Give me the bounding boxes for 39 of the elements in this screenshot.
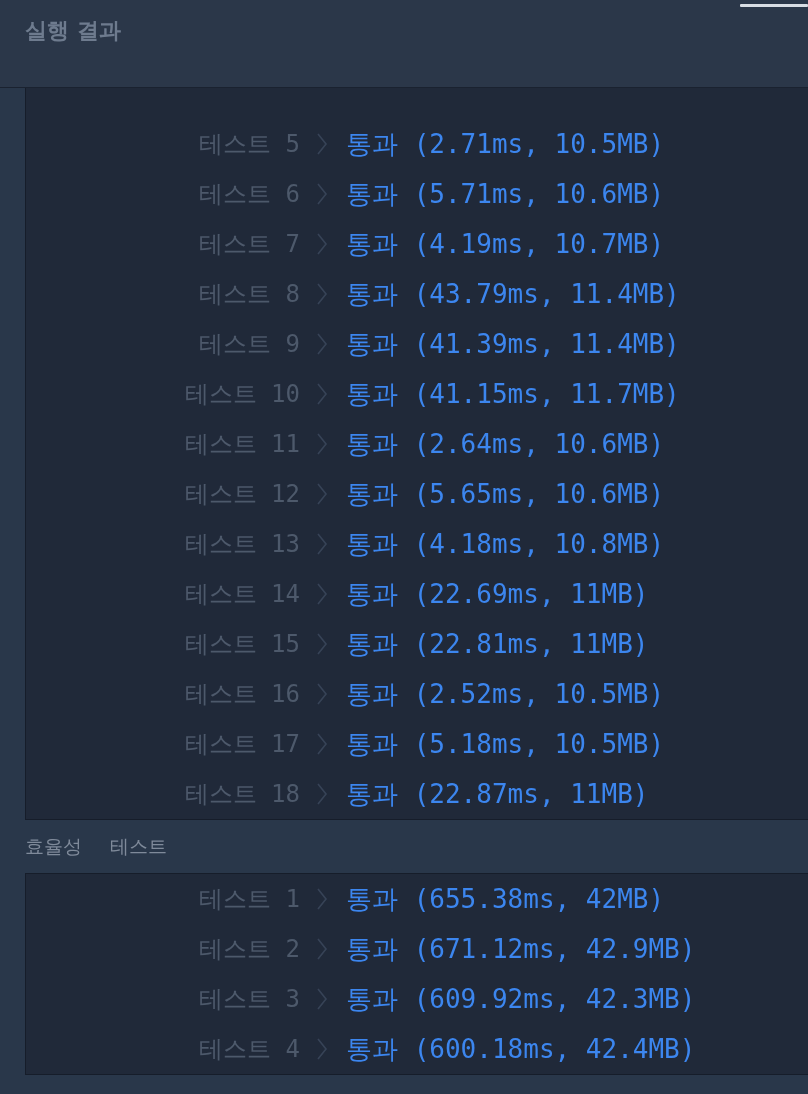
test-result: 통과 (41.15ms, 11.7MB)	[346, 377, 680, 411]
test-result: 통과 (600.18ms, 42.4MB)	[346, 1032, 696, 1066]
panel-title: 실행 결과	[24, 17, 121, 45]
chevron-icon	[316, 682, 328, 706]
test-result: 통과 (4.18ms, 10.8MB)	[346, 527, 665, 561]
chevron-icon	[316, 887, 328, 911]
chevron-icon	[316, 282, 328, 306]
chevron-icon	[316, 482, 328, 506]
test-result: 통과 (2.52ms, 10.5MB)	[346, 677, 665, 711]
chevron-icon	[316, 582, 328, 606]
test-result: 통과 (5.18ms, 10.5MB)	[346, 727, 665, 761]
test-result: 통과 (609.92ms, 42.3MB)	[346, 982, 696, 1016]
chevron-icon	[316, 132, 328, 156]
test-result: 통과 (2.71ms, 10.5MB)	[346, 127, 665, 161]
test-result: 통과 (2.64ms, 10.6MB)	[346, 427, 665, 461]
chevron-icon	[316, 182, 328, 206]
test-result: 통과 (671.12ms, 42.9MB)	[346, 932, 696, 966]
chevron-icon	[316, 782, 328, 806]
test-result: 통과 (5.71ms, 10.6MB)	[346, 177, 665, 211]
tab-indicator	[740, 4, 808, 7]
test-result: 통과 (22.69ms, 11MB)	[346, 577, 649, 611]
test-result: 통과 (43.79ms, 11.4MB)	[346, 277, 680, 311]
chevron-icon	[316, 937, 328, 961]
test-result: 통과 (22.87ms, 11MB)	[346, 777, 649, 811]
section-heading: 효율성 테스트	[24, 834, 169, 859]
chevron-icon	[316, 232, 328, 256]
test-result: 통과 (5.65ms, 10.6MB)	[346, 477, 665, 511]
chevron-icon	[316, 382, 328, 406]
test-result: 통과 (22.81ms, 11MB)	[346, 627, 649, 661]
chevron-icon	[316, 732, 328, 756]
chevron-icon	[316, 432, 328, 456]
chevron-icon	[316, 332, 328, 356]
test-result: 통과 (4.19ms, 10.7MB)	[346, 227, 665, 261]
chevron-icon	[316, 987, 328, 1011]
test-result: 통과 (41.39ms, 11.4MB)	[346, 327, 680, 361]
test-result: 통과 (655.38ms, 42MB)	[346, 882, 665, 916]
chevron-icon	[316, 632, 328, 656]
chevron-icon	[316, 1037, 328, 1061]
chevron-icon	[316, 532, 328, 556]
